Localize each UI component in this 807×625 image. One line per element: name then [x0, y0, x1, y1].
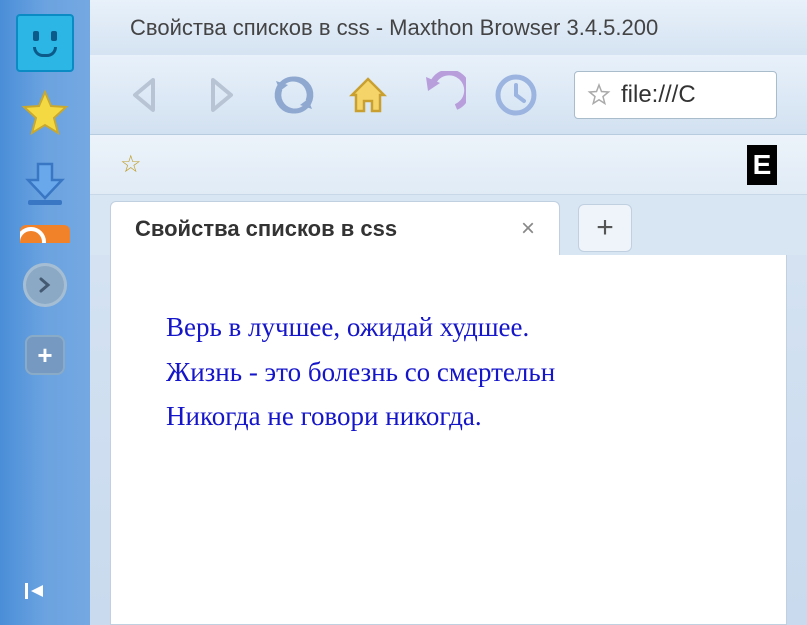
bookmarks-bar: ☆ E	[90, 135, 807, 195]
url-text: file:///C	[621, 81, 696, 109]
address-bar[interactable]: file:///C	[574, 71, 777, 119]
content-line-1: Верь в лучшее, ожидай худшее.	[166, 305, 731, 350]
content-text: Верь в лучшее, ожидай худшее. Жизнь - эт…	[166, 305, 731, 439]
downloads-icon[interactable]	[14, 152, 76, 214]
add-panel-button[interactable]: +	[14, 324, 76, 386]
forward-button[interactable]	[194, 69, 246, 121]
tab-title: Свойства списков в css	[135, 216, 397, 242]
favorite-star-icon[interactable]	[587, 83, 611, 107]
toolbar: file:///C	[90, 55, 807, 135]
bookmark-star-icon[interactable]: ☆	[120, 150, 142, 179]
app-icon[interactable]	[14, 12, 76, 74]
content-line-2: Жизнь - это болезнь со смертельн	[166, 350, 731, 395]
title-bar[interactable]: Свойства списков в css - Maxthon Browser…	[0, 0, 807, 55]
refresh-button[interactable]	[268, 69, 320, 121]
sidebar-toggle-icon[interactable]	[25, 581, 49, 607]
tab-close-button[interactable]: ×	[521, 215, 535, 243]
main-area: file:///C ☆ E Свойства списков в css × +…	[90, 55, 807, 625]
sidebar-expand-button[interactable]	[14, 254, 76, 316]
back-button[interactable]	[120, 69, 172, 121]
undo-button[interactable]	[416, 69, 468, 121]
history-button[interactable]	[490, 69, 542, 121]
window-title: Свойства списков в css - Maxthon Browser…	[130, 15, 658, 41]
tab-active[interactable]: Свойства списков в css ×	[110, 201, 560, 255]
home-button[interactable]	[342, 69, 394, 121]
tab-strip: Свойства списков в css × +	[90, 195, 807, 255]
content-line-3: Никогда не говори никогда.	[166, 394, 731, 439]
sidebar: +	[0, 0, 90, 625]
new-tab-button[interactable]: +	[578, 204, 632, 252]
browser-window: Свойства списков в css - Maxthon Browser…	[0, 0, 807, 625]
rss-icon[interactable]	[14, 222, 76, 246]
favorites-icon[interactable]	[14, 82, 76, 144]
right-badge[interactable]: E	[747, 145, 777, 185]
page-content: Верь в лучшее, ожидай худшее. Жизнь - эт…	[110, 255, 787, 625]
